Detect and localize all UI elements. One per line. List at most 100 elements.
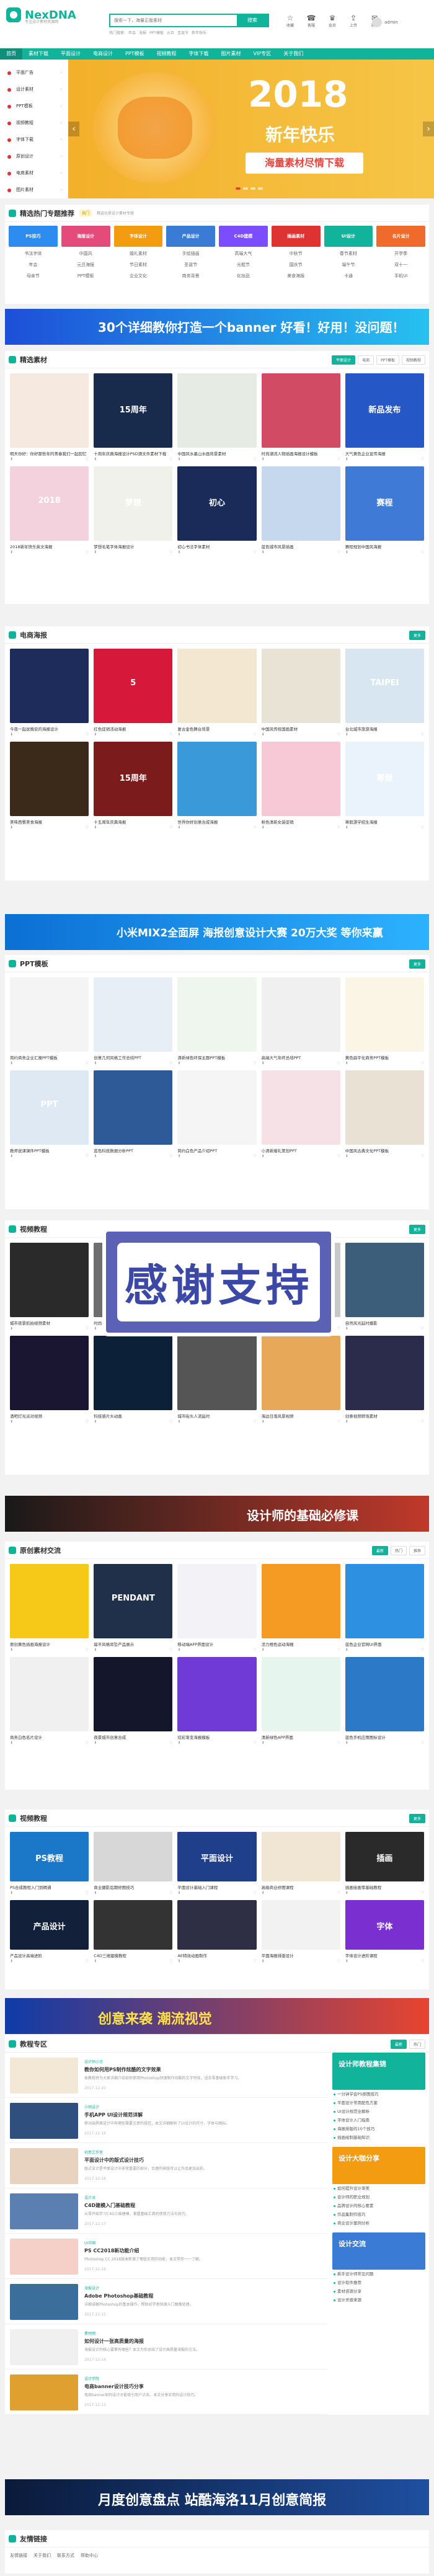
material-card[interactable]: 移动端APP界面设计 ⬇ ♡ [177,1564,257,1652]
promo-banner-2[interactable]: 小米MIX2全面屏 海报创意设计大赛 20万大奖 等你来赢 [5,914,429,950]
download-icon[interactable]: ⬇ [10,825,13,830]
favorite-icon[interactable]: ♡ [253,550,256,554]
card-title[interactable]: 清新绿色环保主题PPT模板 [177,1054,256,1060]
download-icon[interactable]: ⬇ [345,1154,348,1158]
category-item[interactable]: 原创设计 [0,148,68,165]
nav-item-video[interactable]: 视频教程 [151,48,183,60]
favorite-icon[interactable]: ♡ [253,1959,256,1963]
card-title[interactable]: 蓝色企业官网UI界面 [345,1641,424,1646]
favorite-icon[interactable]: ♡ [337,1891,340,1895]
favorite-icon[interactable]: ♡ [86,550,89,554]
topic-tile[interactable]: 插画素材 [271,226,321,247]
card-thumbnail[interactable] [10,1657,89,1731]
more-button[interactable]: 更多 [409,1814,425,1823]
topic-link[interactable]: 元旦海报 [61,260,110,269]
material-card[interactable]: 明天你好：你好那些年的青春我们一起回忆 ⬇ ♡ [10,373,89,461]
tutorial-thumbnail[interactable] [10,2284,78,2320]
favorite-icon[interactable]: ♡ [86,1891,89,1895]
card-thumbnail[interactable] [177,1070,257,1145]
card-thumbnail[interactable] [345,1564,424,1638]
sidebar-link[interactable]: 字体设计入门指南 [332,2116,425,2125]
material-card[interactable]: PS教程 PS合成教程入门到精通 ⬇ ♡ [10,1832,89,1895]
favorite-icon[interactable]: ♡ [253,1419,256,1424]
download-icon[interactable]: ⬇ [10,1891,13,1895]
carousel-prev-icon[interactable]: ‹ [68,122,79,136]
material-card[interactable]: 蓝色科技数据分析PPT ⬇ ♡ [94,1070,173,1158]
tutorial-row[interactable]: 创意工作室 平面设计中的版式设计技巧 版式设计是平面设计中非常重要的部分，合理的排版… [5,2143,327,2188]
material-card[interactable]: 创意几何风格工作总结PPT ⬇ ♡ [94,977,173,1065]
favorite-icon[interactable]: ♡ [86,1061,89,1065]
sidebar-link[interactable]: UI设计规范全解析 [332,2107,425,2116]
tutorial-author[interactable]: 小明设计 [84,2104,99,2110]
tutorial-thumbnail[interactable] [10,2103,78,2139]
card-thumbnail[interactable]: 初心 [177,466,257,541]
download-icon[interactable]: ⬇ [177,1891,180,1895]
topic-tile[interactable]: PS技巧 [9,226,58,247]
tutorial-author[interactable]: 设计派 [84,2195,95,2200]
favorite-icon[interactable]: ♡ [86,1326,89,1331]
favorite-icon[interactable]: ♡ [337,1061,340,1065]
card-thumbnail[interactable]: 平面设计 [177,1832,257,1881]
topic-tile[interactable]: 字体设计 [113,226,163,247]
material-card[interactable]: 复古金色舞台背景 ⬇ ♡ [177,649,257,737]
promo-banner-1[interactable]: 30个详细教你打造一个banner 好看！好用！没问题！ [5,309,429,345]
more-button[interactable]: 更多 [409,631,425,640]
tutorial-thumbnail[interactable] [10,2239,78,2275]
card-thumbnail[interactable] [345,977,424,1052]
material-card[interactable]: 城市夜景航拍视频素材 ⬇ ♡ [10,1243,89,1331]
download-icon[interactable]: ⬇ [10,457,13,461]
material-card[interactable]: 城市街头人流延时 ⬇ ♡ [177,1336,257,1424]
card-title[interactable]: 时尚潮流人物插画海报设计模板 [262,450,340,456]
material-card[interactable]: 今夜一起说晚安的海报设计 ⬇ ♡ [10,649,89,737]
download-icon[interactable]: ⬇ [177,732,180,737]
card-title[interactable]: 十五周年庆典海报 [94,819,172,824]
favorite-icon[interactable]: ♡ [337,732,340,737]
sidebar-link[interactable]: 海报排版的10个技巧 [332,2125,425,2133]
hotword[interactable]: PPT模板 [149,30,164,35]
topic-link[interactable]: 书法字体 [9,249,58,258]
card-thumbnail[interactable] [261,1657,340,1731]
category-item[interactable]: 字体下载 [0,131,68,148]
download-icon[interactable]: ⬇ [94,1648,97,1652]
sidebar-link[interactable]: 素材资源分享 [332,2287,425,2296]
card-thumbnail[interactable] [177,1336,257,1410]
material-card[interactable]: 小清新婚礼策划PPT ⬇ ♡ [261,1070,340,1158]
card-title[interactable]: 产品设计高端进阶 [10,1952,89,1958]
card-title[interactable]: 自然风光延时摄影 [345,1320,424,1325]
card-thumbnail[interactable] [261,649,340,723]
download-icon[interactable]: ⬇ [262,825,265,830]
topic-link[interactable]: 企业文化 [114,272,163,280]
sidebar-link[interactable]: 设计灵感来源 [332,2296,425,2304]
download-icon[interactable]: ⬇ [262,457,265,461]
card-title[interactable]: 活力橙色运动海报 [262,1641,340,1646]
download-icon[interactable]: ⬇ [177,1741,180,1745]
topic-link[interactable]: 手绘插画 [166,249,215,258]
material-card[interactable]: 夜景城市创意合成 ⬇ ♡ [94,1657,173,1745]
card-title[interactable]: 科技感片头动画 [94,1413,172,1418]
card-title[interactable]: 高级商业修图课程 [262,1884,340,1890]
card-title[interactable]: 平面海报排版设计 [262,1952,340,1958]
card-thumbnail[interactable] [10,1336,89,1410]
favorite-icon[interactable]: ♡ [253,1741,256,1745]
tutorial-thumbnail[interactable] [10,2329,78,2365]
favorite-icon[interactable]: ♡ [86,457,89,461]
material-card[interactable]: 世界你好创意合成海报 ⬇ ♡ [177,742,257,830]
tutorial-author[interactable]: 设计师小王 [84,2059,103,2064]
card-title[interactable]: 城市夜景航拍视频素材 [10,1320,89,1325]
material-card[interactable]: 粉色清新女装促销 ⬇ ♡ [261,742,340,830]
favorite-icon[interactable]: ♡ [86,1154,89,1158]
card-title[interactable]: 简约商务企业汇报PPT模板 [10,1054,89,1060]
download-icon[interactable]: ⬇ [94,1419,97,1424]
card-thumbnail[interactable] [10,649,89,723]
footer-link[interactable]: 友情链接 [10,2552,27,2559]
favorite-icon[interactable]: ♡ [253,1891,256,1895]
card-thumbnail[interactable] [10,742,89,816]
topic-link[interactable]: 春节素材 [324,249,373,258]
promo-banner-4[interactable]: 创意来袭 潮流视觉 [5,1998,429,2034]
tutorial-thumbnail[interactable] [10,2374,78,2410]
card-thumbnail[interactable] [261,466,340,541]
material-card[interactable]: 初心 初心书法字体素材 ⬇ ♡ [177,466,257,554]
download-icon[interactable]: ⬇ [262,1419,265,1424]
footer-link[interactable]: 联系方式 [57,2552,74,2559]
material-card[interactable]: 高端大气年终总结PPT ⬇ ♡ [261,977,340,1065]
